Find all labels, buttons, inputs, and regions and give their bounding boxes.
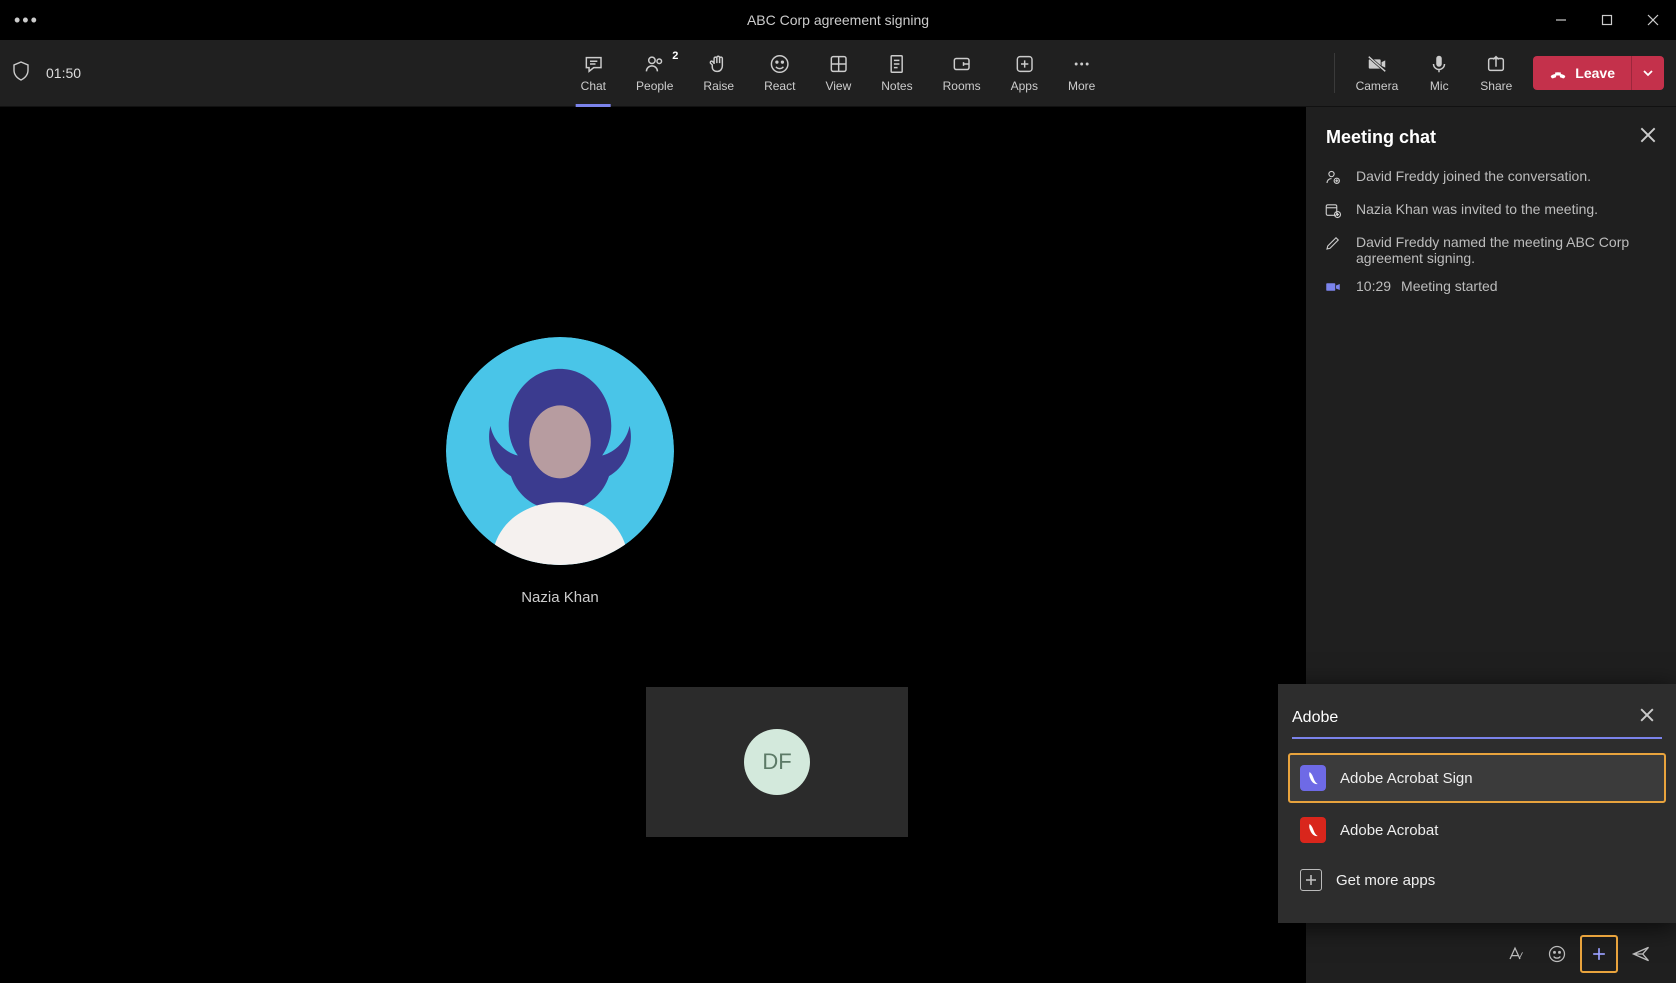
close-sidepanel-button[interactable] xyxy=(1640,127,1656,148)
tab-apps[interactable]: Apps xyxy=(996,40,1053,107)
feed-text: Nazia Khan was invited to the meeting. xyxy=(1356,201,1598,217)
format-button[interactable] xyxy=(1496,935,1534,973)
leave-label: Leave xyxy=(1575,65,1615,81)
plus-icon xyxy=(1589,944,1609,964)
result-label: Get more apps xyxy=(1336,872,1435,889)
control-label: Camera xyxy=(1356,79,1399,93)
feed-text: Meeting started xyxy=(1401,278,1498,294)
tab-people[interactable]: 2 People xyxy=(621,40,688,107)
send-icon xyxy=(1631,944,1651,964)
self-avatar: DF xyxy=(744,729,810,795)
messaging-extensions-popover: Adobe Acrobat Sign Adobe Acrobat Get mor… xyxy=(1278,684,1676,923)
tab-chat[interactable]: Chat xyxy=(566,40,621,107)
tab-rooms[interactable]: Rooms xyxy=(928,40,996,107)
camera-button[interactable]: Camera xyxy=(1341,40,1414,107)
search-result-get-more-apps[interactable]: Get more apps xyxy=(1288,857,1666,903)
video-icon xyxy=(1324,278,1344,299)
pencil-icon xyxy=(1324,234,1344,255)
control-label: Mic xyxy=(1430,79,1449,93)
feed-item: Nazia Khan was invited to the meeting. xyxy=(1324,201,1658,222)
hangup-icon xyxy=(1549,64,1567,82)
person-add-icon xyxy=(1324,168,1344,189)
share-button[interactable]: Share xyxy=(1465,40,1527,107)
tab-label: Rooms xyxy=(943,79,981,93)
control-label: Share xyxy=(1480,79,1512,93)
meeting-feed: David Freddy joined the conversation. Na… xyxy=(1306,162,1676,305)
tab-react[interactable]: React xyxy=(749,40,810,107)
tab-more[interactable]: More xyxy=(1053,40,1110,107)
participant-tile: Nazia Khan xyxy=(632,337,674,606)
shield-privacy-icon[interactable] xyxy=(12,61,30,86)
tab-label: Chat xyxy=(581,79,606,93)
sidepanel-title: Meeting chat xyxy=(1326,127,1436,148)
plus-icon xyxy=(1300,869,1322,891)
close-window-button[interactable] xyxy=(1630,0,1676,40)
minimize-button[interactable] xyxy=(1538,0,1584,40)
participant-avatar xyxy=(446,337,674,565)
toolbar-divider xyxy=(1334,53,1335,93)
emoji-button[interactable] xyxy=(1538,935,1576,973)
tab-notes[interactable]: Notes xyxy=(866,40,927,107)
send-button[interactable] xyxy=(1622,935,1660,973)
feed-text: David Freddy joined the conversation. xyxy=(1356,168,1591,184)
tab-view[interactable]: View xyxy=(810,40,866,107)
result-label: Adobe Acrobat xyxy=(1340,822,1438,839)
mic-button[interactable]: Mic xyxy=(1413,40,1465,107)
window-title: ABC Corp agreement signing xyxy=(747,12,929,28)
meeting-timer: 01:50 xyxy=(46,65,81,81)
feed-time: 10:29 xyxy=(1356,278,1391,294)
close-icon xyxy=(1640,708,1654,722)
tab-label: More xyxy=(1068,79,1095,93)
messaging-extensions-button[interactable] xyxy=(1580,935,1618,973)
participant-name: Nazia Khan xyxy=(446,589,674,606)
more-menu-icon[interactable]: ••• xyxy=(14,10,39,31)
search-result-adobe-acrobat[interactable]: Adobe Acrobat xyxy=(1288,805,1666,855)
clear-search-button[interactable] xyxy=(1636,704,1658,731)
close-icon xyxy=(1640,127,1656,143)
feed-text: David Freddy named the meeting ABC Corp … xyxy=(1356,234,1658,266)
self-view-tile[interactable]: DF xyxy=(646,687,908,837)
chevron-down-icon xyxy=(1642,67,1654,79)
tab-label: Apps xyxy=(1011,79,1038,93)
calendar-add-icon xyxy=(1324,201,1344,222)
leave-chevron-button[interactable] xyxy=(1631,56,1664,90)
tab-label: View xyxy=(825,79,851,93)
tab-label: Raise xyxy=(703,79,734,93)
tab-label: People xyxy=(636,79,673,93)
search-result-adobe-acrobat-sign[interactable]: Adobe Acrobat Sign xyxy=(1288,753,1666,803)
leave-button[interactable]: Leave xyxy=(1533,56,1631,90)
acrobat-icon xyxy=(1300,765,1326,791)
result-label: Adobe Acrobat Sign xyxy=(1340,770,1473,787)
maximize-button[interactable] xyxy=(1584,0,1630,40)
tab-raise[interactable]: Raise xyxy=(688,40,749,107)
app-search-input[interactable] xyxy=(1292,709,1636,727)
tab-label: React xyxy=(764,79,795,93)
feed-item: David Freddy joined the conversation. xyxy=(1324,168,1658,189)
people-count-badge: 2 xyxy=(672,50,678,62)
tab-label: Notes xyxy=(881,79,912,93)
acrobat-icon xyxy=(1300,817,1326,843)
feed-item: 10:29 Meeting started xyxy=(1324,278,1658,299)
feed-item: David Freddy named the meeting ABC Corp … xyxy=(1324,234,1658,266)
